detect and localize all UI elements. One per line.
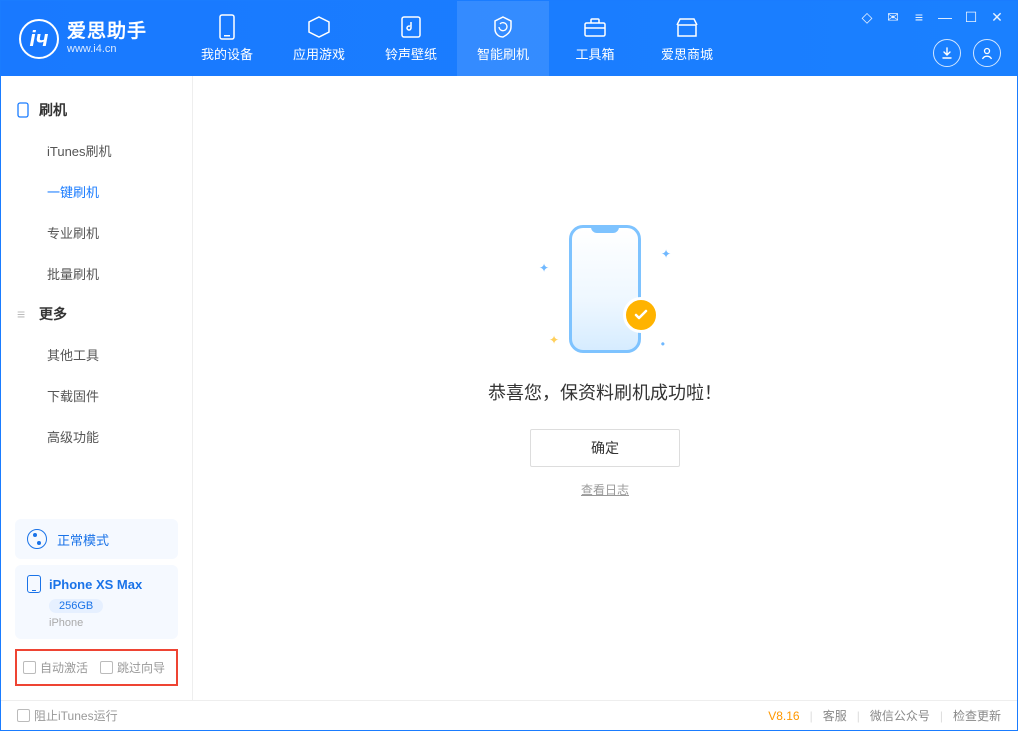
success-message: 恭喜您，保资料刷机成功啦！ — [488, 379, 722, 405]
minimize-button[interactable]: ― — [933, 7, 957, 27]
app-subtitle: www.i4.cn — [67, 43, 147, 55]
logo-area: iч 爱思助手 www.i4.cn — [1, 1, 181, 76]
list-icon: ≡ — [17, 306, 31, 322]
phone-outline-icon — [17, 102, 31, 118]
tab-ringtones[interactable]: 铃声壁纸 — [365, 1, 457, 76]
sparkle-icon: ✦ — [539, 261, 549, 275]
toolbox-icon — [582, 14, 608, 40]
sidebar-section-flash: 刷机 — [1, 90, 192, 130]
user-buttons — [933, 39, 1001, 67]
feedback-icon[interactable]: ✉ — [881, 7, 905, 27]
tab-my-device[interactable]: 我的设备 — [181, 1, 273, 76]
apps-icon — [306, 14, 332, 40]
sidebar-item-download-firmware[interactable]: 下载固件 — [1, 375, 192, 416]
statusbar: 阻止iTunes运行 V8.16 | 客服 | 微信公众号 | 检查更新 — [1, 700, 1017, 730]
shirt-icon[interactable]: ◇ — [855, 7, 879, 27]
sidebar-item-batch-flash[interactable]: 批量刷机 — [1, 253, 192, 294]
checkbox-auto-activate[interactable]: 自动激活 — [23, 659, 88, 676]
view-log-link[interactable]: 查看日志 — [581, 481, 629, 498]
sidebar-item-itunes-flash[interactable]: iTunes刷机 — [1, 130, 192, 171]
checkbox-icon — [17, 709, 30, 722]
checkbox-icon — [23, 661, 36, 674]
checkbox-block-itunes[interactable]: 阻止iTunes运行 — [17, 707, 118, 724]
sidebar: 刷机 iTunes刷机 一键刷机 专业刷机 批量刷机 ≡ 更多 其他工具 下载固… — [1, 76, 193, 700]
check-update-link[interactable]: 检查更新 — [953, 707, 1001, 724]
sidebar-item-one-click-flash[interactable]: 一键刷机 — [1, 171, 192, 212]
ok-button[interactable]: 确定 — [530, 429, 680, 467]
success-illustration: ✦ ✦ ✦ • — [535, 219, 675, 359]
store-icon — [674, 14, 700, 40]
tab-apps[interactable]: 应用游戏 — [273, 1, 365, 76]
app-window: iч 爱思助手 www.i4.cn 我的设备 应用游戏 铃声壁纸 智能刷机 — [0, 0, 1018, 731]
check-badge-icon — [623, 297, 659, 333]
close-button[interactable]: ✕ — [985, 7, 1009, 27]
wechat-link[interactable]: 微信公众号 — [870, 707, 930, 724]
sidebar-item-other-tools[interactable]: 其他工具 — [1, 334, 192, 375]
device-small-icon — [27, 575, 41, 593]
checkbox-icon — [100, 661, 113, 674]
tab-store[interactable]: 爱思商城 — [641, 1, 733, 76]
mode-icon — [27, 529, 47, 549]
device-type: iPhone — [49, 617, 166, 629]
user-button[interactable] — [973, 39, 1001, 67]
ringtone-icon — [398, 14, 424, 40]
device-card[interactable]: iPhone XS Max 256GB iPhone — [15, 565, 178, 639]
body: 刷机 iTunes刷机 一键刷机 专业刷机 批量刷机 ≡ 更多 其他工具 下载固… — [1, 76, 1017, 700]
device-icon — [214, 14, 240, 40]
logo-icon: iч — [19, 19, 59, 59]
sparkle-icon: • — [661, 337, 665, 351]
download-button[interactable] — [933, 39, 961, 67]
mode-label: 正常模式 — [57, 530, 109, 549]
sidebar-section-more: ≡ 更多 — [1, 294, 192, 334]
support-link[interactable]: 客服 — [823, 707, 847, 724]
sidebar-bottom: 正常模式 iPhone XS Max 256GB iPhone 自动激活 — [1, 513, 192, 700]
capacity-badge: 256GB — [49, 599, 103, 613]
nav-tabs: 我的设备 应用游戏 铃声壁纸 智能刷机 工具箱 爱思商城 — [181, 1, 733, 76]
tab-smart-flash[interactable]: 智能刷机 — [457, 1, 549, 76]
tab-toolbox[interactable]: 工具箱 — [549, 1, 641, 76]
sparkle-icon: ✦ — [549, 333, 559, 347]
mode-card[interactable]: 正常模式 — [15, 519, 178, 559]
sidebar-item-pro-flash[interactable]: 专业刷机 — [1, 212, 192, 253]
titlebar: iч 爱思助手 www.i4.cn 我的设备 应用游戏 铃声壁纸 智能刷机 — [1, 1, 1017, 76]
version-label: V8.16 — [768, 709, 799, 723]
flash-icon — [490, 14, 516, 40]
menu-icon[interactable]: ≡ — [907, 7, 931, 27]
checkbox-skip-guide[interactable]: 跳过向导 — [100, 659, 165, 676]
sidebar-item-advanced[interactable]: 高级功能 — [1, 416, 192, 457]
sparkle-icon: ✦ — [661, 247, 671, 261]
device-name: iPhone XS Max — [49, 577, 142, 592]
maximize-button[interactable]: ☐ — [959, 7, 983, 27]
main-content: ✦ ✦ ✦ • 恭喜您，保资料刷机成功啦！ 确定 查看日志 — [193, 76, 1017, 700]
app-title: 爱思助手 — [67, 22, 147, 43]
checkbox-row-highlighted: 自动激活 跳过向导 — [15, 649, 178, 686]
phone-icon — [569, 225, 641, 353]
